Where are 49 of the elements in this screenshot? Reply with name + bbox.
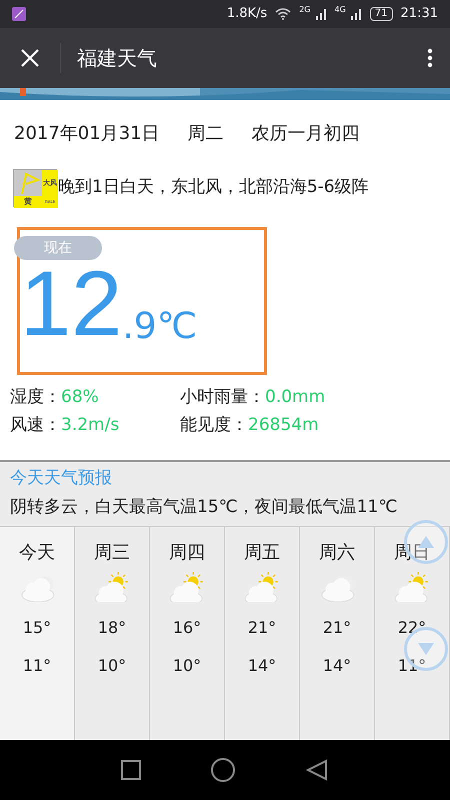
section-title: 今天天气预报 [10, 467, 113, 490]
stat-label: 风速： [10, 414, 61, 436]
lunar-date-text: 农历一月初四 [252, 122, 360, 146]
day-label: 周五 [244, 540, 280, 564]
high-temperature: 21° [248, 616, 276, 638]
day-label: 周三 [94, 540, 130, 564]
stat-value: 3.2m/s [61, 414, 120, 436]
day-label: 周六 [319, 540, 355, 564]
home-button[interactable] [211, 758, 235, 782]
low-temperature: 10° [98, 654, 126, 676]
network-type: 2G [299, 4, 310, 16]
high-temperature: 21° [322, 616, 352, 638]
low-temperature: 10° [172, 654, 202, 676]
down-arrow-icon [417, 642, 435, 656]
warning-level: 黄 [14, 196, 42, 208]
close-icon [20, 48, 40, 68]
day-label: 今天 [19, 540, 55, 564]
stat-value: 26854m [248, 414, 319, 436]
high-temperature: 15° [22, 616, 52, 638]
network-type: 4G [334, 4, 346, 16]
low-temperature: 14° [248, 654, 276, 676]
signal-icon [350, 8, 362, 20]
stat-label: 湿度： [10, 386, 61, 409]
stat-label: 能见度： [180, 414, 248, 436]
stat-value: 68% [61, 386, 99, 409]
signal-icon [314, 8, 326, 20]
more-icon [427, 48, 433, 68]
back-button[interactable] [305, 758, 329, 782]
day-label: 周四 [169, 540, 205, 564]
forecast-summary-text: 阴转多云，白天最高气温15℃，夜间最低气温11℃ [10, 496, 398, 518]
stat-value: 0.0mm [265, 386, 326, 409]
high-temperature: 16° [172, 616, 202, 638]
wifi-icon [275, 8, 292, 20]
now-badge: 现在 [14, 236, 102, 260]
low-temperature: 11° [22, 654, 52, 676]
network-speed: 1.8K/s [226, 5, 268, 24]
page-title: 福建天气 [77, 45, 158, 72]
app-icon [12, 7, 26, 21]
low-temperature: 14° [322, 654, 352, 676]
temperature-decimal: .9℃ [122, 305, 198, 349]
recent-apps-button[interactable] [121, 760, 141, 780]
back-icon [306, 759, 328, 781]
date-text: 2017年01月31日 [14, 122, 160, 146]
high-temperature: 18° [98, 616, 126, 638]
weather-alert-text: 晚到1日白天，东北风，北部沿海5-6级阵 [58, 176, 369, 200]
stat-label: 小时雨量： [180, 386, 265, 409]
clock: 21:31 [400, 5, 438, 24]
weekday-text: 周二 [188, 122, 224, 146]
battery-level: 71 [370, 7, 393, 21]
